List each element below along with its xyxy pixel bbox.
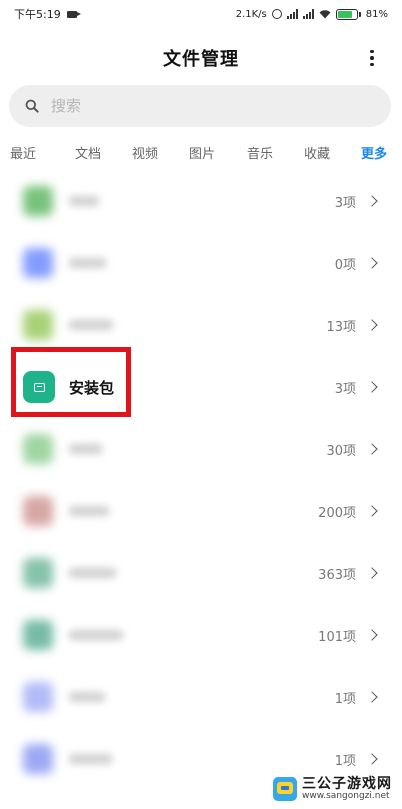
wifi-icon <box>319 10 331 19</box>
item-count: 1项 <box>334 691 356 707</box>
chevron-right-icon <box>366 691 378 703</box>
folder-icon <box>23 558 53 588</box>
chevron-right-icon <box>366 257 378 269</box>
list-item[interactable]: 101项 <box>0 604 402 666</box>
status-time: 下午5:19 <box>14 8 61 21</box>
list-item-label <box>69 258 106 268</box>
watermark-text: 三公子游戏网 www.sangongzi.net <box>302 777 392 801</box>
list-item-label <box>69 506 109 516</box>
signal-strength-icon <box>286 9 298 19</box>
item-count: 363项 <box>318 567 356 583</box>
signal-strength-icon <box>302 9 314 19</box>
battery-level: 81% <box>365 8 388 20</box>
status-left: 下午5:19 <box>14 6 81 22</box>
search-icon <box>25 99 39 113</box>
tab-more[interactable]: 更多 <box>361 143 387 162</box>
status-right: 2.1K/s 81% <box>235 8 388 20</box>
list-item-label <box>69 568 116 578</box>
list-item-label <box>69 630 123 640</box>
tab-videos[interactable]: 视频 <box>132 143 158 162</box>
site-logo-icon <box>273 776 297 801</box>
list-item[interactable]: 0项 <box>0 232 402 294</box>
list-item[interactable]: 363项 <box>0 542 402 604</box>
folder-icon <box>23 682 53 712</box>
list-item-label <box>69 692 105 702</box>
item-count: 200项 <box>318 505 356 521</box>
dot-icon <box>370 49 374 54</box>
category-tabs: 最近 文档 视频 图片 音乐 收藏 更多 <box>0 138 402 168</box>
chevron-right-icon <box>366 753 378 765</box>
page-title: 文件管理 <box>163 49 239 70</box>
more-options-button[interactable] <box>364 46 380 70</box>
folder-icon <box>23 744 53 774</box>
item-count: 101项 <box>318 629 356 645</box>
tab-documents[interactable]: 文档 <box>75 143 101 162</box>
folder-icon <box>23 248 53 278</box>
dot-icon <box>370 56 374 60</box>
list-item[interactable]: 200项 <box>0 480 402 542</box>
tab-recent[interactable]: 最近 <box>10 143 36 162</box>
battery-fill <box>337 10 353 18</box>
tab-images[interactable]: 图片 <box>189 143 215 162</box>
folder-icon <box>23 434 53 464</box>
chevron-right-icon <box>366 381 378 393</box>
folder-icon <box>23 186 53 216</box>
watermark-title: 三公子游戏网 <box>302 775 392 792</box>
search-input[interactable] <box>51 97 351 115</box>
chevron-right-icon <box>366 567 378 579</box>
app-header: 文件管理 <box>0 40 402 76</box>
item-count: 13项 <box>326 319 356 335</box>
folder-icon <box>23 620 53 650</box>
chevron-right-icon <box>366 319 378 331</box>
battery-icon <box>335 8 361 20</box>
list-item[interactable]: 1项 <box>0 666 402 728</box>
chevron-right-icon <box>366 505 378 517</box>
list-item-install-packages[interactable]: 安装包 3项 <box>0 356 402 418</box>
list-item[interactable]: 3项 <box>0 170 402 232</box>
folder-icon <box>23 496 53 526</box>
net-speed: 2.1K/s <box>235 8 267 20</box>
list-item[interactable]: 13项 <box>0 294 402 356</box>
chevron-right-icon <box>366 195 378 207</box>
folder-icon <box>23 310 53 340</box>
watermark: 三公子游戏网 www.sangongzi.net <box>269 774 396 803</box>
chevron-right-icon <box>366 443 378 455</box>
alarm-clock-icon <box>271 9 282 19</box>
watermark-url: www.sangongzi.net <box>302 790 390 801</box>
item-count: 3项 <box>334 195 356 211</box>
package-icon <box>23 371 55 403</box>
list-item-label <box>69 320 113 330</box>
list-item[interactable]: 30项 <box>0 418 402 480</box>
list-item-label <box>69 444 102 454</box>
tab-music[interactable]: 音乐 <box>247 143 273 162</box>
list-item-label: 安装包 <box>69 378 115 397</box>
dot-icon <box>370 62 374 67</box>
search-bar[interactable] <box>9 85 391 127</box>
item-count: 1项 <box>334 753 356 769</box>
tab-favorites[interactable]: 收藏 <box>304 143 330 162</box>
status-bar: 下午5:19 2.1K/s 81% <box>0 0 402 28</box>
item-count: 3项 <box>334 381 356 397</box>
list-item-label <box>69 196 99 206</box>
video-camera-icon <box>66 10 81 18</box>
chevron-right-icon <box>366 629 378 641</box>
item-count: 30项 <box>326 443 356 459</box>
item-count: 0项 <box>334 257 356 273</box>
list-item-label <box>69 754 112 764</box>
